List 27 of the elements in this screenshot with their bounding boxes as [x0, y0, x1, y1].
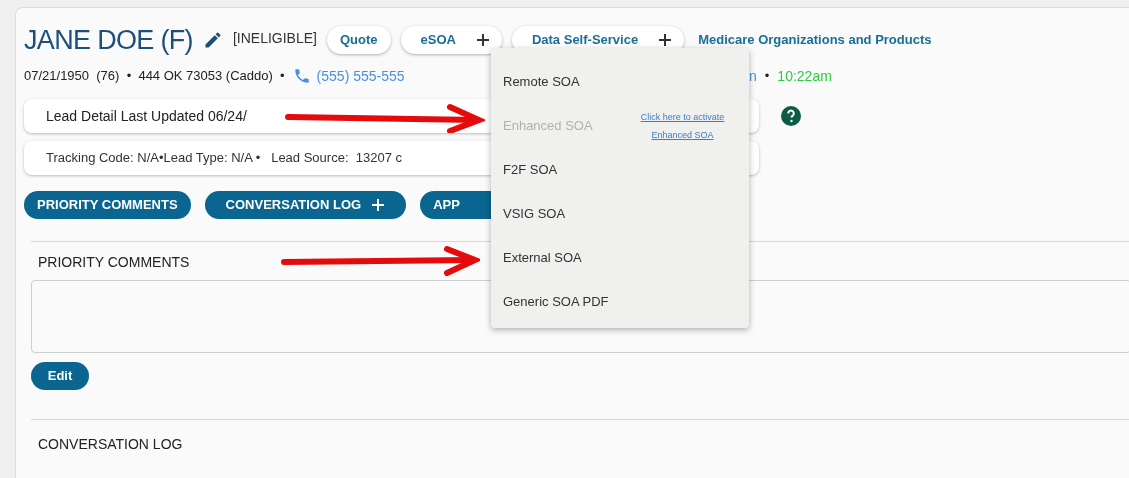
section-title: PRIORITY COMMENTS: [38, 253, 190, 270]
phone-link[interactable]: (555) 555-555: [316, 65, 405, 87]
info-text: Lead Detail Last Updated 06/24/: [46, 106, 247, 126]
detail-text: 07/21/1950 (76) • 444 OK 73053 (Caddo) •: [24, 67, 285, 86]
section-button[interactable]: CONVERSATION LOG: [204, 191, 407, 219]
phone-icon: [292, 67, 311, 85]
info-text: Tracking Code: N/A•Lead Type: N/A • Lead Source: 13207 c: [46, 149, 402, 168]
plus-icon: [475, 33, 490, 47]
help-icon[interactable]: [781, 106, 801, 126]
menu-item: Enhanced SOA: [503, 117, 593, 136]
menu-button[interactable]: eSOA: [400, 26, 502, 54]
plus-icon: [371, 198, 386, 212]
link[interactable]: Medicare Organizations and Products: [698, 30, 932, 50]
separator-dot: •: [764, 67, 770, 86]
section-button[interactable]: PRIORITY COMMENTS: [24, 191, 191, 219]
quote-button[interactable]: Quote: [326, 26, 391, 54]
section-title: CONVERSATION LOG: [38, 435, 183, 454]
edit-button[interactable]: Edit: [31, 362, 89, 390]
menu-item[interactable]: F2F SOA: [503, 160, 558, 180]
person-name: JANE DOE (F): [24, 23, 193, 57]
menu-item[interactable]: External SOA: [503, 248, 582, 268]
detail-text: n: [749, 66, 757, 86]
menu-item[interactable]: Generic SOA PDF: [503, 292, 609, 312]
menu-item[interactable]: Remote SOA: [503, 72, 580, 92]
status-label: [INELIGIBLE]: [232, 28, 317, 48]
local-time: 10:22am: [777, 66, 832, 86]
plus-icon: [658, 33, 673, 47]
